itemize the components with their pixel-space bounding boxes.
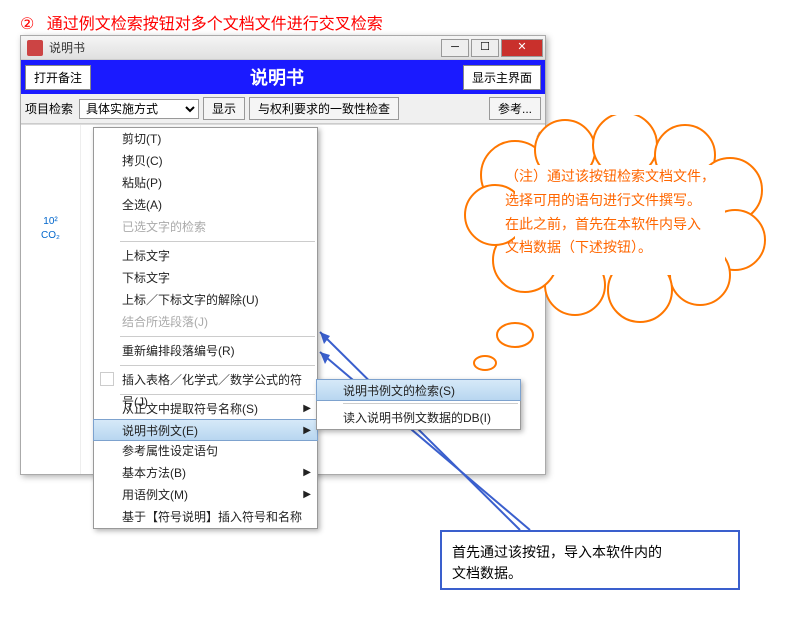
menu-subscript[interactable]: 下标文字 — [94, 267, 317, 289]
open-annotation-button[interactable]: 打开备注 — [25, 65, 91, 90]
menu-renumber[interactable]: 重新编排段落编号(R) — [94, 340, 317, 362]
page-heading: ② 通过例文检索按钮对多个文档文件进行交叉检索 — [20, 10, 383, 34]
menu-cut[interactable]: 剪切(T) — [94, 128, 317, 150]
menu-extract-symbol-name[interactable]: 从正文中提取符号名称(S)▶ — [94, 398, 317, 420]
minimize-button[interactable]: ─ — [441, 39, 469, 57]
step-number: ② — [20, 16, 34, 33]
menu-select-all[interactable]: 全选(A) — [94, 194, 317, 216]
chevron-right-icon: ▶ — [303, 420, 311, 442]
app-icon — [27, 40, 43, 56]
subscript-sample: CO₂ — [21, 229, 80, 243]
display-button[interactable]: 显示 — [203, 97, 245, 120]
show-main-button[interactable]: 显示主界面 — [463, 65, 541, 90]
separator — [120, 241, 315, 242]
gutter: 10² CO₂ — [21, 125, 81, 474]
separator — [343, 403, 518, 404]
titlebar: 说明书 ─ ☐ ✕ — [21, 36, 545, 60]
submenu-examples: 说明书例文的检索(S) 读入说明书例文数据的DB(I) — [316, 379, 521, 430]
chevron-right-icon: ▶ — [303, 484, 311, 506]
search-combo[interactable]: 具体实施方式 — [79, 99, 199, 119]
cloud-annotation: （注）通过该按钮检索文档文件，选择可用的语句进行文件撰写。 在此之前，首先在本软… — [505, 165, 765, 260]
menu-copy[interactable]: 拷贝(C) — [94, 150, 317, 172]
menu-insert-symbol[interactable]: 插入表格／化学式／数学公式的符号(J) — [94, 369, 317, 391]
menu-basic-method[interactable]: 基本方法(B)▶ — [94, 462, 317, 484]
separator — [120, 336, 315, 337]
superscript-sample: 10² — [21, 215, 80, 229]
blue-header: 打开备注 说明书 显示主界面 — [21, 60, 545, 94]
context-menu: 剪切(T) 拷贝(C) 粘贴(P) 全选(A) 已选文字的检索 上标文字 下标文… — [93, 127, 318, 529]
menu-paste[interactable]: 粘贴(P) — [94, 172, 317, 194]
menu-attribute-sentence[interactable]: 参考属性设定语句 — [94, 440, 317, 462]
maximize-button[interactable]: ☐ — [471, 39, 499, 57]
separator — [120, 394, 315, 395]
close-button[interactable]: ✕ — [501, 39, 543, 57]
consistency-check-button[interactable]: 与权利要求的一致性检查 — [249, 97, 399, 120]
callout-cloud: （注）通过该按钮检索文档文件，选择可用的语句进行文件撰写。 在此之前，首先在本软… — [445, 115, 780, 315]
menu-insert-by-desc[interactable]: 基于【符号说明】插入符号和名称 — [94, 506, 317, 528]
chevron-right-icon: ▶ — [303, 398, 311, 420]
window-title: 说明书 — [49, 39, 441, 56]
menu-search-selected: 已选文字的检索 — [94, 216, 317, 238]
menu-superscript[interactable]: 上标文字 — [94, 245, 317, 267]
menu-combine-paragraph: 结合所选段落(J) — [94, 311, 317, 333]
menu-example-text[interactable]: 说明书例文(E)▶ — [93, 419, 318, 441]
menu-use-example[interactable]: 用语例文(M)▶ — [94, 484, 317, 506]
search-label: 项目检索 — [25, 100, 73, 117]
document-title: 说明书 — [91, 64, 463, 90]
heading-text: 通过例文检索按钮对多个文档文件进行交叉检索 — [47, 16, 383, 33]
submenu-read-db[interactable]: 读入说明书例文数据的DB(I) — [317, 407, 520, 429]
submenu-search-examples[interactable]: 说明书例文的检索(S) — [316, 379, 521, 401]
separator — [120, 365, 315, 366]
chevron-right-icon: ▶ — [303, 462, 311, 484]
menu-release-script[interactable]: 上标／下标文字的解除(U) — [94, 289, 317, 311]
